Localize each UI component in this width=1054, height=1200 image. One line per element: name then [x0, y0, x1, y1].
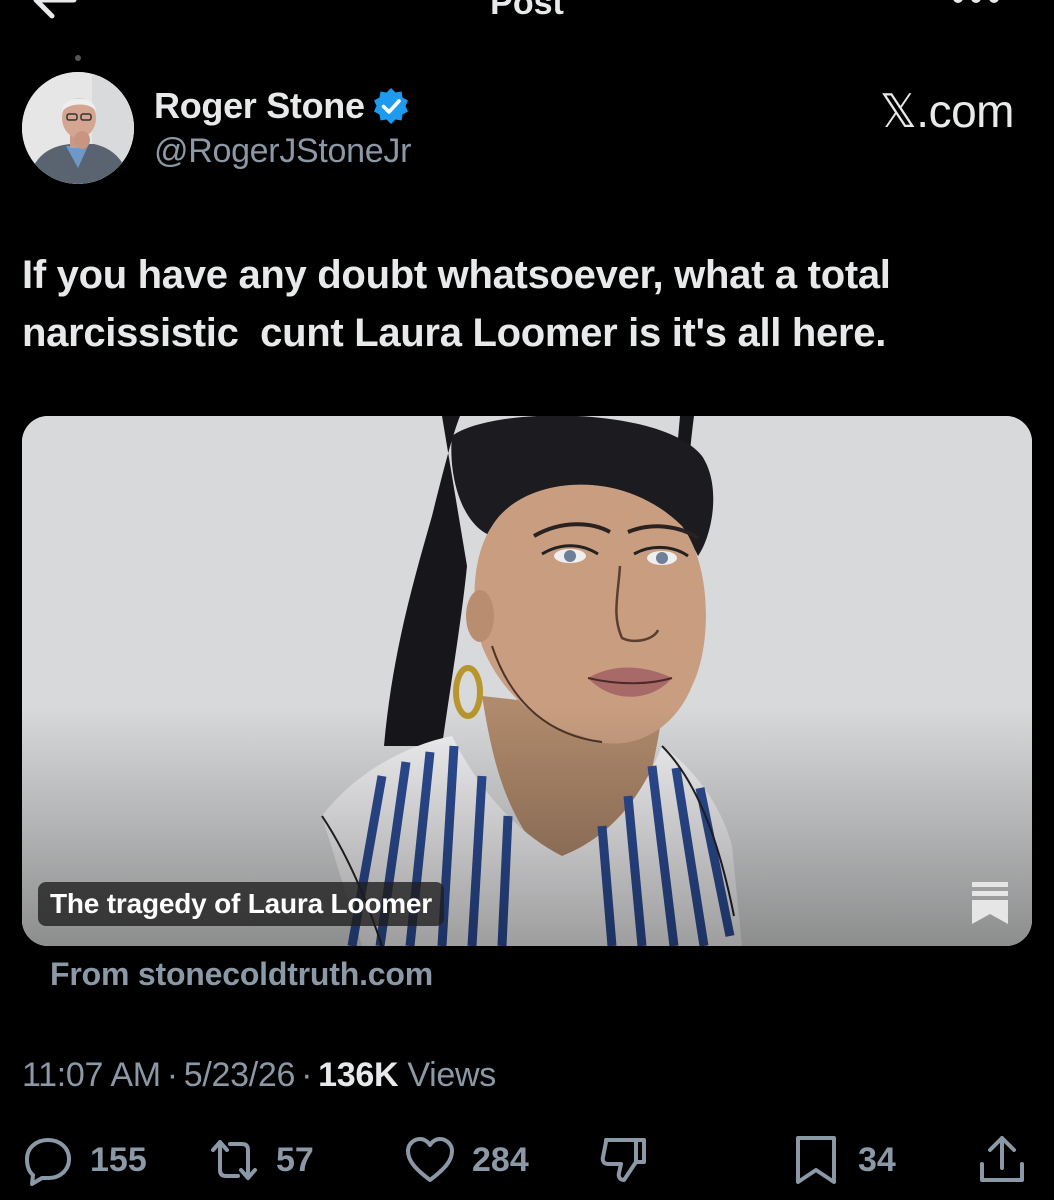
- author-handle[interactable]: @RogerJStoneJr: [154, 132, 411, 171]
- reply-icon: [25, 1138, 71, 1186]
- verified-badge-icon: [373, 88, 408, 124]
- repost-count: 57: [276, 1140, 314, 1179]
- like-button[interactable]: 284: [404, 1130, 529, 1190]
- avatar[interactable]: [22, 72, 134, 184]
- repost-button[interactable]: 57: [208, 1130, 314, 1190]
- card-source-link[interactable]: From stonecoldtruth.com: [50, 956, 433, 993]
- views-count: 136K: [318, 1056, 399, 1094]
- bookmark-count: 34: [858, 1140, 896, 1179]
- bookmark-icon: [796, 1136, 836, 1184]
- post-action-bar: 155 57 284 34: [0, 1130, 1054, 1190]
- thread-dot: [75, 55, 81, 61]
- post-meta: 11:07 AM · 5/23/26 · 136K Views: [22, 1056, 496, 1095]
- author-display-name[interactable]: Roger Stone: [154, 85, 365, 127]
- avatar-image: [22, 72, 134, 184]
- x-com-watermark: 𝕏.com: [879, 85, 1015, 137]
- meta-separator: ·: [166, 1056, 178, 1094]
- card-title[interactable]: The tragedy of Laura Loomer: [38, 882, 444, 926]
- top-nav-bar: Post: [0, 0, 1054, 30]
- post-date[interactable]: 5/23/26: [184, 1056, 296, 1094]
- bookmark-icon[interactable]: [970, 880, 1010, 926]
- author-name-row[interactable]: Roger Stone: [154, 84, 411, 128]
- dislike-icon: [600, 1138, 646, 1182]
- repost-icon: [211, 1140, 257, 1180]
- reply-count: 155: [90, 1140, 147, 1179]
- post-text: If you have any doubt whatsoever, what a…: [22, 253, 891, 355]
- bookmark-button[interactable]: 34: [790, 1130, 896, 1190]
- heart-icon: [406, 1137, 454, 1182]
- link-preview-card[interactable]: The tragedy of Laura Loomer: [22, 416, 1032, 946]
- share-icon: [980, 1136, 1024, 1182]
- reply-button[interactable]: 155: [22, 1130, 147, 1190]
- like-count: 284: [472, 1140, 529, 1179]
- share-button[interactable]: [976, 1130, 1028, 1190]
- post-time[interactable]: 11:07 AM: [22, 1056, 161, 1094]
- more-options-icon[interactable]: [948, 0, 1004, 10]
- page-title: Post: [490, 0, 564, 22]
- meta-separator: ·: [301, 1056, 313, 1094]
- views-label: Views: [407, 1056, 496, 1094]
- dislike-button[interactable]: [598, 1130, 650, 1190]
